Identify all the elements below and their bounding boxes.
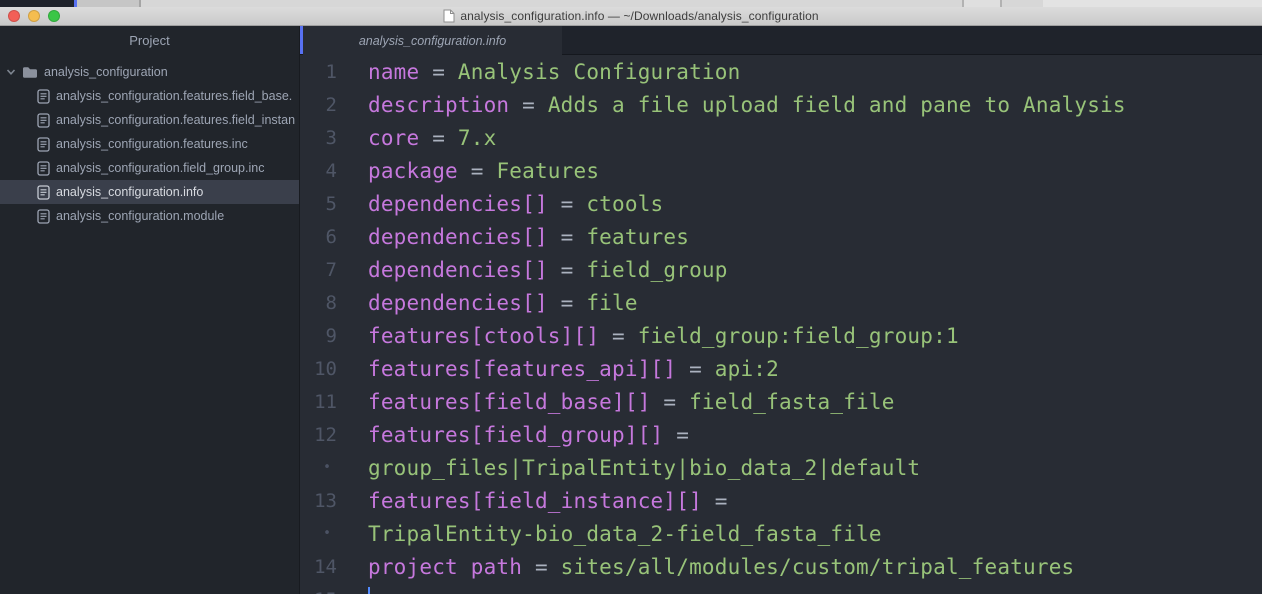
minimize-button[interactable] <box>28 10 40 22</box>
code-line[interactable]: 2description = Adds a file upload field … <box>300 88 1262 121</box>
tree-file-item[interactable]: analysis_configuration.features.field_ba… <box>0 84 299 108</box>
code-area[interactable]: 1name = Analysis Configuration2descripti… <box>300 55 1262 594</box>
code-line-wrapped[interactable]: •TripalEntity-bio_data_2-field_fasta_fil… <box>300 517 1262 550</box>
code-line[interactable]: 1name = Analysis Configuration <box>300 55 1262 88</box>
code-line[interactable]: 12features[field_group][] = <box>300 418 1262 451</box>
code-line[interactable]: 7dependencies[] = field_group <box>300 253 1262 286</box>
file-name: analysis_configuration.features.field_in… <box>56 113 295 127</box>
code-text: dependencies[] = file <box>355 291 638 315</box>
line-number: 12 <box>300 424 355 446</box>
code-line[interactable]: 4package = Features <box>300 154 1262 187</box>
window-controls <box>8 10 60 22</box>
project-sidebar: Project analysis_configuration analysis_… <box>0 26 300 594</box>
code-line[interactable]: 9features[ctools][] = field_group:field_… <box>300 319 1262 352</box>
line-number: 4 <box>300 160 355 182</box>
titlebar[interactable]: analysis_configuration.info — ~/Download… <box>0 7 1262 26</box>
code-line[interactable]: 3core = 7.x <box>300 121 1262 154</box>
file-icon <box>37 209 50 224</box>
line-number: 13 <box>300 490 355 512</box>
wrap-bullet: • <box>300 526 355 541</box>
line-number: 14 <box>300 556 355 578</box>
app-window: analysis_configuration.info — ~/Download… <box>0 0 1262 594</box>
background-window-sliver <box>0 0 1262 7</box>
line-number: 7 <box>300 259 355 281</box>
file-list: analysis_configuration.features.field_ba… <box>0 84 299 228</box>
code-text: features[features_api][] = api:2 <box>355 357 779 381</box>
file-icon <box>37 113 50 128</box>
code-line[interactable]: 10features[features_api][] = api:2 <box>300 352 1262 385</box>
document-icon <box>443 9 455 23</box>
line-number: 10 <box>300 358 355 380</box>
code-text: package = Features <box>355 159 599 183</box>
main-area: Project analysis_configuration analysis_… <box>0 26 1262 594</box>
file-name: analysis_configuration.features.inc <box>56 137 248 151</box>
file-name: analysis_configuration.features.field_ba… <box>56 89 292 103</box>
code-text: description = Adds a file upload field a… <box>355 93 1126 117</box>
file-icon <box>37 161 50 176</box>
code-text: TripalEntity-bio_data_2-field_fasta_file <box>355 522 882 546</box>
tab-label: analysis_configuration.info <box>359 34 506 48</box>
close-button[interactable] <box>8 10 20 22</box>
code-line[interactable]: 14project path = sites/all/modules/custo… <box>300 550 1262 583</box>
code-text: features[ctools][] = field_group:field_g… <box>355 324 959 348</box>
window-title: analysis_configuration.info — ~/Download… <box>443 9 818 23</box>
tree-file-item[interactable]: analysis_configuration.features.inc <box>0 132 299 156</box>
code-text: project path = sites/all/modules/custom/… <box>355 555 1074 579</box>
chevron-down-icon[interactable] <box>6 67 16 77</box>
folder-icon <box>22 66 38 79</box>
line-number: 15 <box>300 589 355 594</box>
line-number: 6 <box>300 226 355 248</box>
file-name: analysis_configuration.module <box>56 209 224 223</box>
code-line[interactable]: 8dependencies[] = file <box>300 286 1262 319</box>
tree-file-item[interactable]: analysis_configuration.module <box>0 204 299 228</box>
tree-file-item[interactable]: analysis_configuration.field_group.inc <box>0 156 299 180</box>
text-cursor <box>368 587 370 594</box>
tree-folder-row[interactable]: analysis_configuration <box>0 60 299 84</box>
file-icon <box>37 185 50 200</box>
code-line[interactable]: 11features[field_base][] = field_fasta_f… <box>300 385 1262 418</box>
file-icon <box>37 137 50 152</box>
wrap-bullet: • <box>300 460 355 475</box>
code-line-wrapped[interactable]: •group_files|TripalEntity|bio_data_2|def… <box>300 451 1262 484</box>
file-name: analysis_configuration.field_group.inc <box>56 161 264 175</box>
tab-analysis-configuration-info[interactable]: analysis_configuration.info <box>303 26 562 55</box>
tree-file-item[interactable]: analysis_configuration.info <box>0 180 299 204</box>
line-number: 1 <box>300 61 355 83</box>
tree-file-item[interactable]: analysis_configuration.features.field_in… <box>0 108 299 132</box>
code-text: features[field_instance][] = <box>355 489 740 513</box>
code-text: dependencies[] = ctools <box>355 192 663 216</box>
zoom-button[interactable] <box>48 10 60 22</box>
line-number: 9 <box>300 325 355 347</box>
code-text: features[field_base][] = field_fasta_fil… <box>355 390 895 414</box>
code-text: dependencies[] = features <box>355 225 689 249</box>
file-name: analysis_configuration.info <box>56 185 203 199</box>
file-icon <box>37 89 50 104</box>
file-tree: analysis_configuration analysis_configur… <box>0 55 299 228</box>
editor-pane: analysis_configuration.info 1name = Anal… <box>300 26 1262 594</box>
code-text: name = Analysis Configuration <box>355 60 740 84</box>
code-text: dependencies[] = field_group <box>355 258 728 282</box>
code-line[interactable]: 5dependencies[] = ctools <box>300 187 1262 220</box>
code-line[interactable]: 13features[field_instance][] = <box>300 484 1262 517</box>
line-number: 2 <box>300 94 355 116</box>
line-number: 8 <box>300 292 355 314</box>
code-line[interactable]: 15 <box>300 583 1262 594</box>
window-title-text: analysis_configuration.info — ~/Download… <box>460 9 818 23</box>
line-number: 11 <box>300 391 355 413</box>
line-number: 5 <box>300 193 355 215</box>
folder-name: analysis_configuration <box>44 65 168 79</box>
sidebar-header: Project <box>0 26 299 55</box>
tab-bar: analysis_configuration.info <box>300 26 1262 55</box>
code-text <box>355 587 370 594</box>
code-line[interactable]: 6dependencies[] = features <box>300 220 1262 253</box>
code-text: features[field_group][] = <box>355 423 702 447</box>
code-text: core = 7.x <box>355 126 496 150</box>
sidebar-header-label: Project <box>129 33 169 48</box>
line-number: 3 <box>300 127 355 149</box>
code-text: group_files|TripalEntity|bio_data_2|defa… <box>355 456 920 480</box>
